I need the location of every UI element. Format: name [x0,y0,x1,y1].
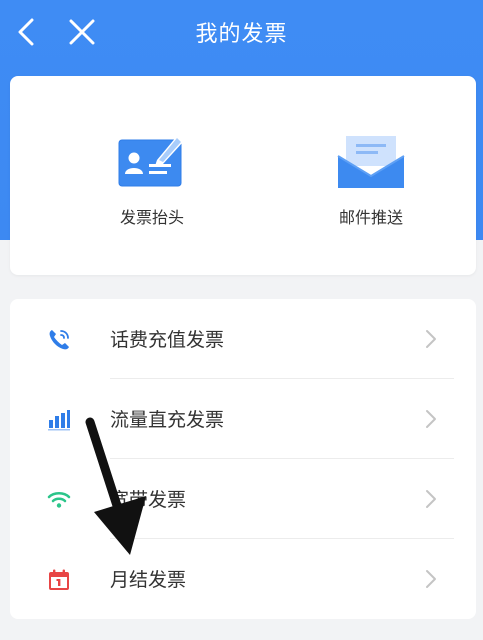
list-item-label: 宽带发票 [110,489,187,511]
phone-icon [49,330,69,350]
list-item-monthly[interactable]: 月结发票 [10,539,476,619]
list-item-broadband[interactable]: 宽带发票 [10,459,476,539]
email-push-button[interactable]: 邮件推送 [301,128,441,228]
bar-signal-icon [48,410,70,431]
wifi-icon [47,491,71,508]
chevron-right-icon [426,410,436,428]
page-title: 我的发票 [195,22,288,47]
list-item-label: 话费充值发票 [110,329,225,351]
chevron-right-icon [426,570,436,588]
email-envelope-icon [337,136,405,188]
top-nav-bar: 我的发票 [0,0,483,64]
calendar-icon [49,569,69,590]
email-push-label: 邮件推送 [338,208,403,227]
list-item-data-recharge[interactable]: 流量直充发票 [10,379,476,459]
feature-card: 发票抬头 邮件推送 [10,76,476,275]
list-item-label: 流量直充发票 [110,409,225,431]
invoice-title-label: 发票抬头 [119,208,184,227]
invoice-type-list: 话费充值发票 流量直充发票 宽带发票 月结发票 [10,299,476,619]
invoice-title-card-icon [118,136,183,187]
chevron-right-icon [426,490,436,508]
chevron-right-icon [426,330,436,348]
list-item-phone-recharge[interactable]: 话费充值发票 [10,299,476,379]
list-item-label: 月结发票 [110,569,187,591]
invoice-title-button[interactable]: 发票抬头 [82,128,222,228]
